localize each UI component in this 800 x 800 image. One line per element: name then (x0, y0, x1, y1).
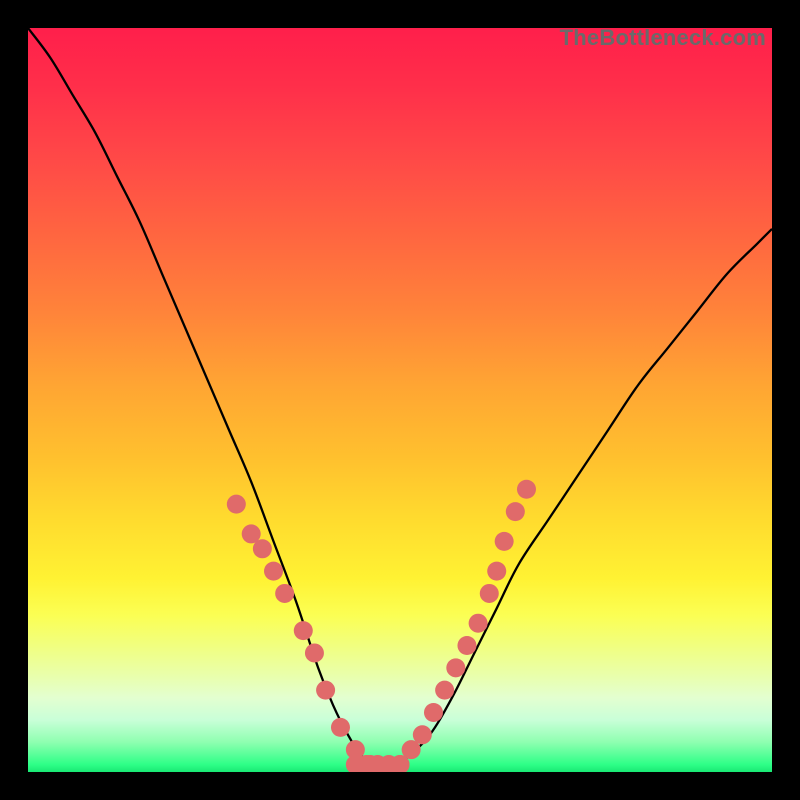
data-point (264, 562, 283, 581)
data-point (424, 703, 443, 722)
data-point (469, 614, 488, 633)
data-point (446, 658, 465, 677)
data-point (294, 621, 313, 640)
data-point (517, 480, 536, 499)
plot-area: TheBottleneck.com (28, 28, 772, 772)
data-point (457, 636, 476, 655)
data-point (331, 718, 350, 737)
chart-frame: TheBottleneck.com (0, 0, 800, 800)
data-point (275, 584, 294, 603)
data-point (305, 643, 324, 662)
data-point (480, 584, 499, 603)
data-point (316, 681, 335, 700)
data-point (413, 725, 432, 744)
curve-path (28, 28, 772, 766)
data-point (227, 495, 246, 514)
data-point (253, 539, 272, 558)
bottleneck-curve (28, 28, 772, 772)
data-points (227, 480, 536, 772)
data-point (506, 502, 525, 521)
data-point (487, 562, 506, 581)
data-point (435, 681, 454, 700)
data-point (495, 532, 514, 551)
